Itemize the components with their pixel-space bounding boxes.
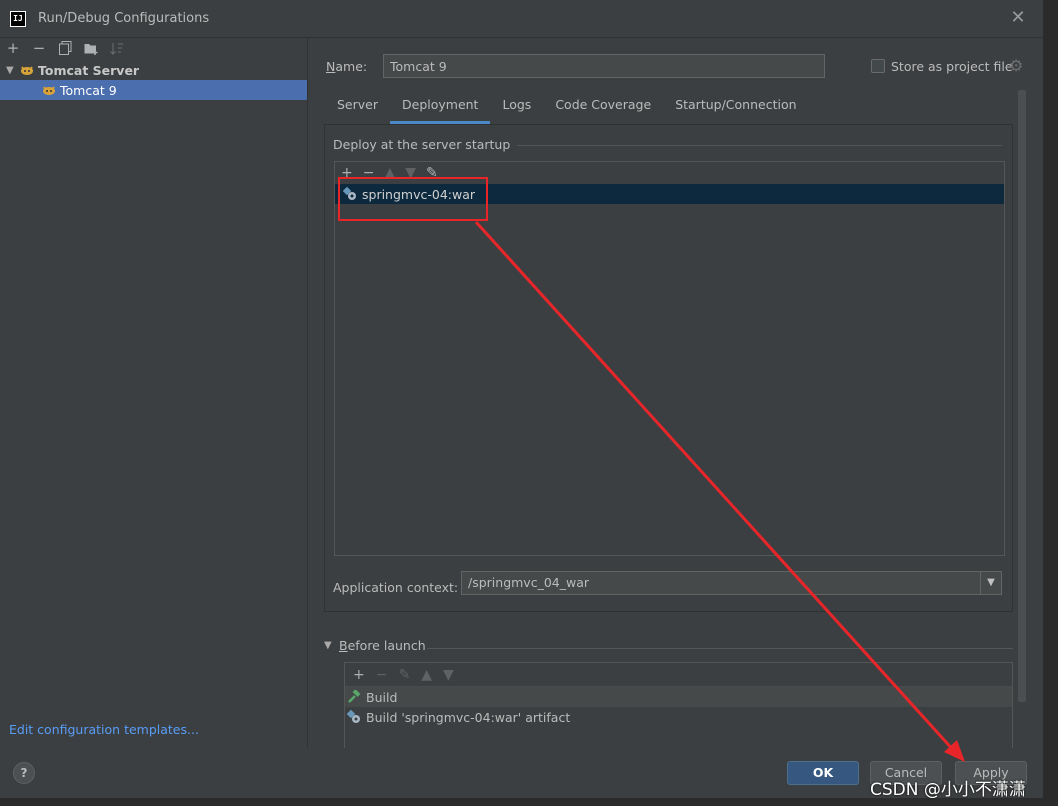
hammer-icon — [347, 690, 361, 704]
before-launch-item-label: Build — [366, 689, 398, 705]
name-label: Name: — [326, 59, 368, 74]
before-launch-title: Before launch — [339, 638, 426, 653]
tree-item-tomcat-9[interactable]: Tomcat 9 — [0, 80, 307, 100]
deployment-panel: Deploy at the server startup + − ▲ ▼ ✎ s… — [324, 124, 1013, 612]
before-launch-item-label: Build 'springmvc-04:war' artifact — [366, 709, 571, 725]
before-launch-toggle[interactable]: ▼ Before launch — [324, 638, 426, 653]
tab-bar: Server Deployment Logs Code Coverage Sta… — [325, 94, 809, 124]
config-tree-panel: + − ▼ Tomcat Server Tomcat 9 Edit config… — [0, 38, 308, 748]
add-icon[interactable]: + — [353, 667, 365, 683]
folder-icon[interactable] — [82, 39, 100, 57]
section-divider — [517, 145, 1002, 146]
before-launch-toolbar: + − ✎ ▲ ▼ — [345, 663, 1012, 687]
watermark: CSDN @小小不潇潇 — [870, 780, 1026, 800]
artifact-icon — [347, 710, 361, 724]
move-down-icon[interactable]: ▼ — [443, 667, 454, 683]
app-context-field[interactable]: /springmvc_04_war — [461, 571, 981, 595]
gear-icon[interactable]: ⚙ — [1009, 56, 1023, 75]
store-as-project-checkbox[interactable] — [871, 59, 885, 73]
chevron-down-icon[interactable]: ▼ — [980, 571, 1002, 595]
artifact-label: springmvc-04:war — [362, 186, 476, 202]
section-divider — [427, 648, 1013, 649]
sort-icon[interactable] — [108, 39, 126, 57]
add-icon[interactable]: + — [341, 165, 353, 181]
list-item-artifact[interactable]: springmvc-04:war — [335, 184, 1004, 204]
artifact-list-toolbar: + − ▲ ▼ ✎ — [335, 162, 1004, 184]
artifact-icon — [343, 187, 357, 201]
chevron-down-icon[interactable]: ▼ — [324, 640, 339, 651]
move-up-icon[interactable]: ▲ — [421, 667, 432, 683]
config-tree: ▼ Tomcat Server Tomcat 9 — [0, 60, 307, 100]
copy-icon[interactable] — [56, 39, 74, 57]
deploy-section-title: Deploy at the server startup — [333, 137, 511, 152]
tree-toolbar: + − — [0, 38, 307, 58]
tab-startup-connection[interactable]: Startup/Connection — [663, 94, 808, 124]
list-item-build-artifact[interactable]: Build 'springmvc-04:war' artifact — [345, 707, 1012, 727]
intellij-icon: IJ — [10, 10, 26, 27]
tree-item-label: Tomcat Server — [38, 62, 140, 78]
move-up-icon[interactable]: ▲ — [384, 165, 395, 181]
background-edge — [1044, 0, 1058, 806]
window-title: Run/Debug Configurations — [38, 11, 210, 26]
edit-pencil-icon[interactable]: ✎ — [398, 667, 410, 683]
tab-code-coverage[interactable]: Code Coverage — [543, 94, 663, 124]
app-context-label: Application context: — [333, 580, 459, 595]
tab-deployment[interactable]: Deployment — [390, 94, 491, 124]
list-item-build[interactable]: Build — [345, 687, 1012, 707]
remove-icon[interactable]: − — [30, 39, 48, 57]
tree-item-label: Tomcat 9 — [60, 82, 117, 98]
name-field[interactable] — [383, 54, 825, 78]
edit-pencil-icon[interactable]: ✎ — [426, 165, 438, 181]
before-launch-list: + − ✎ ▲ ▼ Build Build 'springmvc-04:war'… — [344, 662, 1013, 748]
edit-templates-link[interactable]: Edit configuration templates... — [9, 722, 199, 737]
config-editor: Name: Store as project file ⚙ Server Dep… — [309, 38, 1044, 748]
artifact-list: + − ▲ ▼ ✎ springmvc-04:war — [334, 161, 1005, 556]
ok-button[interactable]: OK — [787, 761, 859, 785]
remove-icon[interactable]: − — [376, 667, 388, 683]
remove-icon[interactable]: − — [363, 165, 375, 181]
vertical-scrollbar[interactable] — [1018, 90, 1026, 702]
close-icon[interactable]: ✕ — [1010, 9, 1026, 27]
tomcat-icon — [42, 83, 56, 97]
chevron-down-icon[interactable]: ▼ — [6, 65, 20, 76]
run-debug-dialog: IJ Run/Debug Configurations ✕ + − ▼ Tomc… — [0, 0, 1044, 800]
tab-logs[interactable]: Logs — [490, 94, 543, 124]
help-button[interactable]: ? — [13, 762, 35, 784]
tomcat-icon — [20, 63, 34, 77]
tree-item-tomcat-server[interactable]: ▼ Tomcat Server — [0, 60, 307, 80]
tab-server[interactable]: Server — [325, 94, 390, 124]
move-down-icon[interactable]: ▼ — [405, 165, 416, 181]
title-bar: IJ Run/Debug Configurations ✕ — [0, 0, 1044, 38]
add-icon[interactable]: + — [4, 39, 22, 57]
store-as-project-label: Store as project file — [891, 59, 1013, 74]
